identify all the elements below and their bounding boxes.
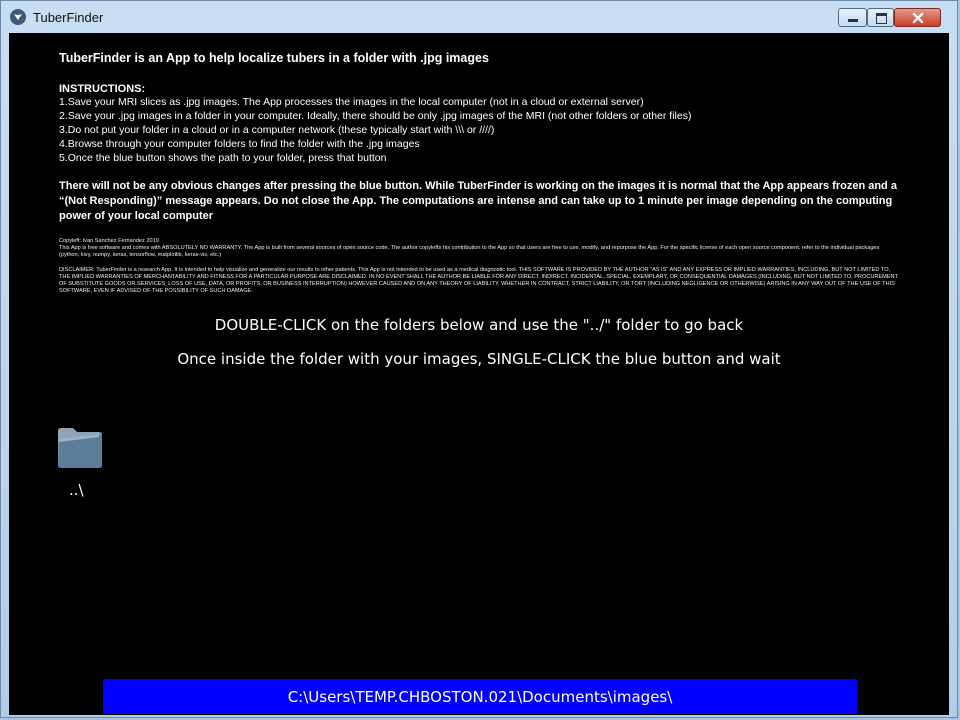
headline: TuberFinder is an App to help localize t…: [59, 51, 489, 65]
instruction-item: 5.Once the blue button shows the path to…: [59, 152, 387, 164]
instruction-item: 4.Browse through your computer folders t…: [59, 138, 420, 150]
double-click-hint: DOUBLE-CLICK on the folders below and us…: [214, 316, 744, 334]
single-click-hint: Once inside the folder with your images,…: [177, 350, 781, 368]
instruction-item: 2.Save your .jpg images in a folder in y…: [59, 110, 692, 122]
close-button[interactable]: [894, 8, 941, 27]
window-title: TuberFinder: [33, 10, 104, 25]
warning-text: There will not be any obvious changes af…: [59, 180, 897, 222]
instructions-title: INSTRUCTIONS:: [59, 83, 146, 95]
process-folder-button[interactable]: C:\Users\TEMP.CHBOSTON.021\Documents\ima…: [103, 679, 857, 714]
app-content: TuberFinder is an App to help localize t…: [9, 33, 949, 715]
instruction-item: 1.Save your MRI slices as .jpg images. T…: [59, 96, 644, 108]
folder-item-parent[interactable]: ..\: [53, 425, 113, 505]
disclaimer-text: DISCLAIMER: TuberFinder is a research Ap…: [59, 267, 898, 294]
license-text: This App is free software and comes with…: [59, 245, 880, 258]
title-bar[interactable]: TuberFinder: [1, 1, 957, 33]
maximize-icon: [876, 13, 887, 24]
folder-label: ..\: [69, 481, 84, 499]
minimize-icon: [848, 19, 858, 22]
maximize-button[interactable]: [867, 8, 894, 27]
copyright-line: Copyleft: Ivan Sanchez Fernandez 2019: [59, 238, 159, 244]
instruction-item: 3.Do not put your folder in a cloud or i…: [59, 124, 495, 136]
folder-icon: [58, 428, 102, 468]
copyright-text: Copyleft: Ivan Sanchez Fernandez 2019 Thi…: [59, 238, 899, 259]
close-icon: [912, 12, 924, 24]
intro-text: TuberFinder is an App to help localize t…: [59, 51, 899, 295]
minimize-button[interactable]: [838, 8, 867, 27]
tuberfinder-app-icon: [10, 9, 26, 25]
app-window: TuberFinder TuberFinder is an App to hel…: [0, 0, 958, 718]
